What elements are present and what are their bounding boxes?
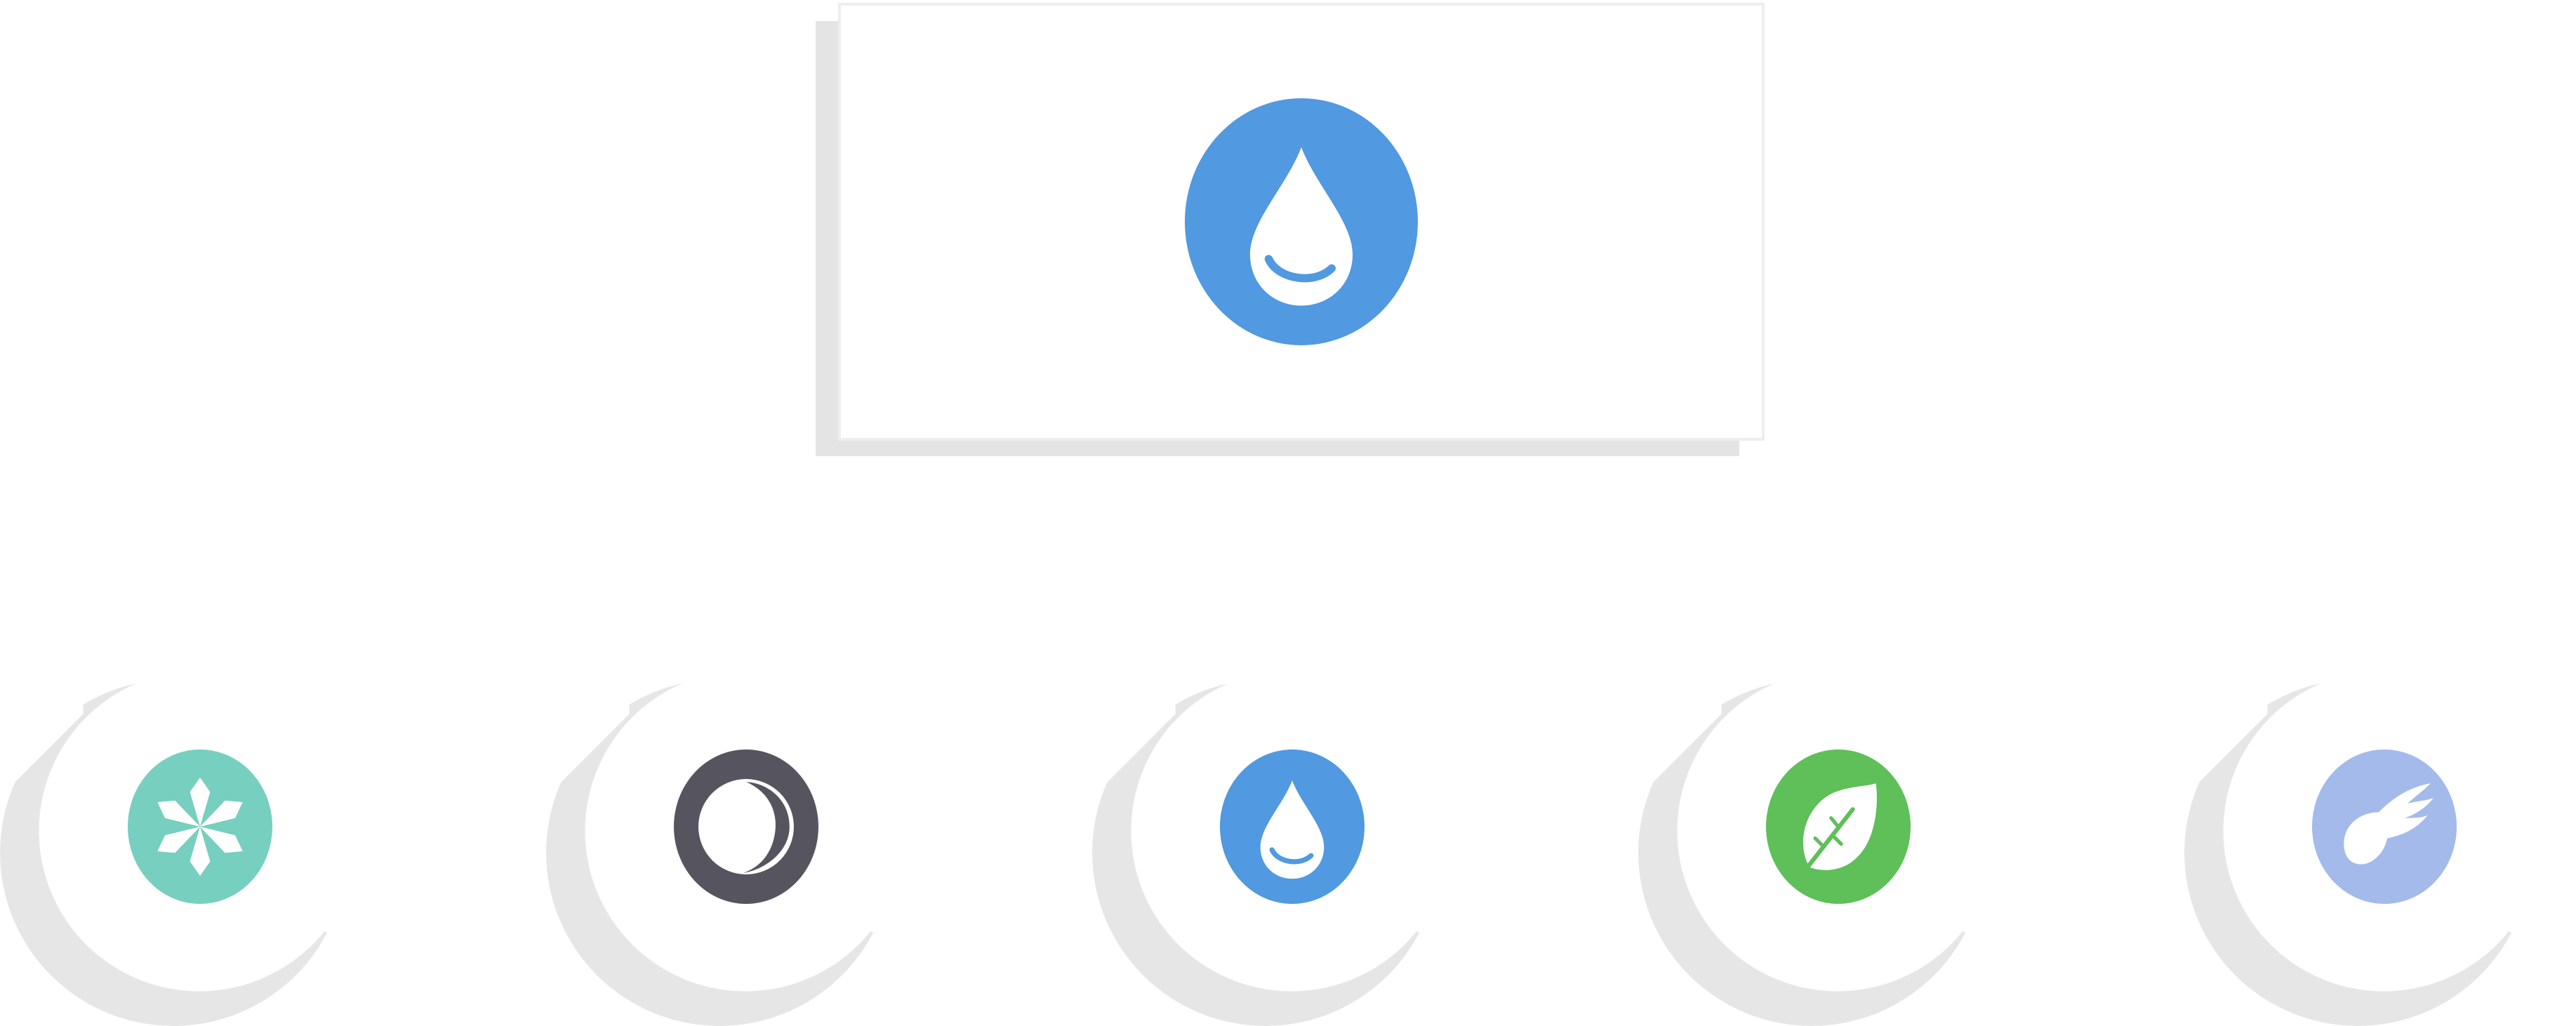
- water-drop-icon-graphic: [1249, 147, 1353, 306]
- crescent-moon-icon[interactable]: [674, 749, 818, 904]
- water-drop-icon: [1185, 98, 1418, 345]
- wing-icon-graphic: [2344, 783, 2434, 865]
- snowflake-icon-graphic: [157, 777, 243, 877]
- option-water[interactable]: [1092, 679, 1443, 1026]
- preview-card: [838, 3, 1765, 441]
- leaf-icon[interactable]: [1766, 749, 1911, 904]
- snowflake-icon[interactable]: [128, 749, 272, 904]
- water-drop-icon-graphic: [1260, 780, 1324, 879]
- option-snow[interactable]: [0, 679, 351, 1026]
- crescent-moon-icon-graphic: [698, 779, 794, 874]
- option-moon[interactable]: [546, 679, 897, 1026]
- leaf-icon-graphic: [1798, 783, 1877, 879]
- option-leaf[interactable]: [1638, 679, 1989, 1026]
- wing-icon[interactable]: [2312, 749, 2457, 904]
- option-wing[interactable]: [2184, 679, 2535, 1026]
- water-drop-icon[interactable]: [1220, 749, 1365, 904]
